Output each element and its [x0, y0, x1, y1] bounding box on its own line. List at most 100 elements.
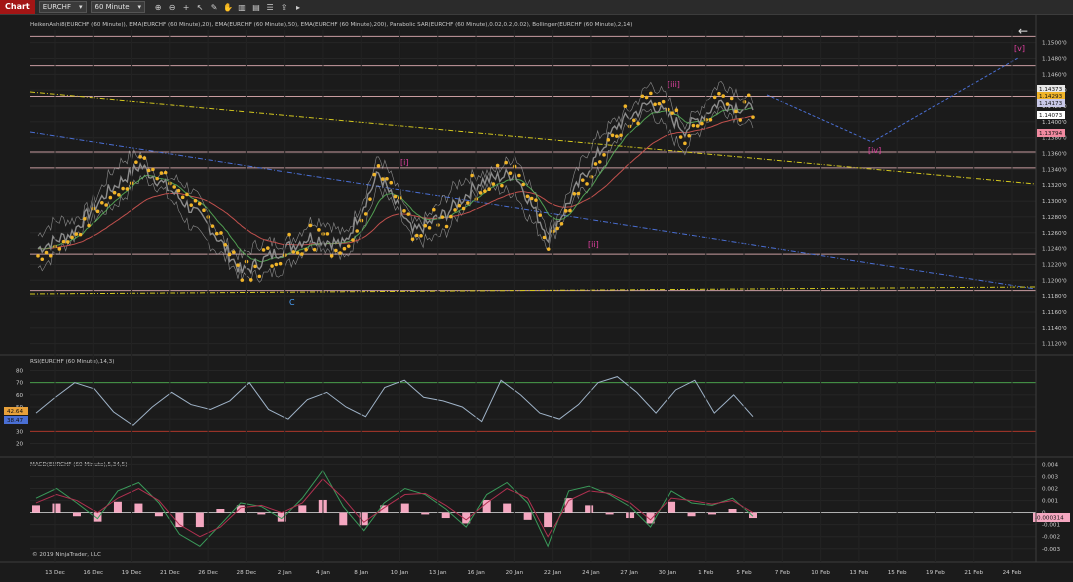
sar-dot: [653, 102, 657, 107]
sar-dot: [270, 264, 274, 268]
sar-dot: [470, 173, 474, 178]
chart-canvas[interactable]: C [i] [ii] [iii] [iv] [v] HeikenAshi8(EU…: [0, 15, 1073, 582]
bar-style-icon[interactable]: ▥: [237, 3, 247, 12]
sar-dot: [568, 208, 572, 213]
template-icon[interactable]: ▤: [251, 3, 261, 12]
sar-dot: [670, 111, 674, 115]
sar-dot: [134, 160, 138, 164]
date-tick-label: 8 Jan: [354, 570, 368, 576]
sar-dot: [495, 163, 500, 168]
sar-dot: [112, 190, 117, 195]
macd-hist-bar: [605, 512, 614, 515]
date-tick-label: 1 Feb: [698, 570, 714, 576]
macd-hist-bar: [626, 512, 635, 519]
price-tick-label: 1.1260'0: [1042, 231, 1067, 237]
sar-dot: [172, 185, 176, 189]
sar-dot: [687, 133, 691, 138]
zoom-in-icon[interactable]: ⊕: [153, 3, 163, 12]
macd-hist-bar: [154, 512, 163, 517]
sar-dot: [657, 101, 662, 106]
sar-dot: [427, 226, 432, 230]
sar-dot: [248, 278, 253, 282]
sar-dot: [257, 274, 262, 279]
date-tick-label: 30 Jan: [659, 570, 677, 576]
sar-dot: [623, 104, 628, 108]
back-arrow-icon[interactable]: ←: [1018, 24, 1028, 38]
sar-dot: [214, 231, 219, 236]
sar-dot: [104, 203, 108, 207]
date-tick-label: 20 Jan: [506, 570, 524, 576]
sar-dot: [487, 187, 491, 192]
sar-dot: [193, 198, 198, 203]
date-tick-label: 10 Jan: [391, 570, 409, 576]
sar-dot: [619, 133, 623, 138]
sar-dot: [100, 200, 104, 205]
date-tick-label: 19 Feb: [926, 570, 945, 576]
sar-dot: [308, 223, 313, 228]
sar-dot: [385, 176, 389, 181]
share-icon[interactable]: ⇪: [279, 3, 289, 12]
zoom-out-icon[interactable]: ⊖: [167, 3, 177, 12]
draw-icon[interactable]: ✎: [209, 3, 219, 12]
sar-dot: [597, 160, 602, 164]
pointer-icon[interactable]: ↖: [195, 3, 205, 12]
macd-hist-bar: [93, 512, 102, 522]
chart-tab[interactable]: Chart: [0, 0, 35, 14]
price-tick-label: 1.1160'0: [1042, 310, 1067, 316]
sar-dot: [580, 178, 585, 182]
sar-dot: [529, 196, 534, 201]
interval-select[interactable]: 60 Minute ▾: [90, 1, 146, 13]
sar-dot: [478, 191, 483, 195]
sar-dot: [351, 238, 355, 242]
properties-icon[interactable]: ☰: [265, 3, 275, 12]
rsi-badge-label: 42.64: [7, 409, 23, 415]
sar-dot: [329, 254, 334, 258]
crosshair-icon[interactable]: +: [181, 3, 191, 12]
price-badges: 1.143731.142931.141731.140731.13794: [1037, 85, 1065, 137]
sar-dot: [61, 239, 66, 244]
sar-dot: [176, 188, 181, 193]
macd-hist-bar: [298, 505, 307, 513]
sar-dot: [202, 208, 206, 213]
price-badge-label: 1.14073: [1039, 113, 1063, 119]
sar-dot: [674, 108, 679, 113]
sar-dot: [419, 234, 423, 238]
sar-dot: [223, 243, 228, 247]
sar-dot: [155, 176, 159, 181]
date-tick-label: 21 Dec: [160, 570, 180, 576]
sar-dot: [538, 213, 543, 217]
rsi-title: RSI(EURCHF (60 Minute),14,3): [30, 359, 114, 365]
sar-dot: [138, 155, 142, 159]
wave-label-i: [i]: [400, 158, 408, 167]
sar-dot: [444, 224, 449, 229]
sar-dot: [712, 95, 717, 100]
wave-label-v: [v]: [1014, 44, 1025, 53]
date-tick-label: 19 Dec: [122, 570, 142, 576]
price-tick-label: 1.1340'0: [1042, 167, 1067, 173]
price-tick-label: 1.1480'0: [1042, 57, 1067, 63]
macd-tick-label: 0.001: [1042, 499, 1058, 505]
rsi-tick-label: 20: [16, 441, 24, 447]
sar-dot: [83, 216, 87, 221]
chart-toolbar: Chart EURCHF ▾ 60 Minute ▾ ⊕ ⊖ + ↖ ✎ ✋ ▥…: [0, 0, 1073, 15]
sar-dot: [746, 93, 751, 98]
price-tick-label: 1.1280'0: [1042, 215, 1067, 221]
more-icon[interactable]: ▸: [293, 3, 303, 12]
sar-dot: [108, 195, 113, 200]
sar-dot: [185, 192, 189, 197]
hand-icon[interactable]: ✋: [223, 3, 233, 12]
macd-hist-bar: [728, 509, 737, 513]
sar-dot: [368, 197, 372, 201]
sar-dot: [240, 278, 245, 282]
sar-dot: [546, 247, 551, 251]
sar-dot: [491, 182, 496, 186]
sar-dot: [640, 94, 645, 99]
macd-hist-bar: [195, 512, 204, 528]
sar-dot: [87, 223, 91, 228]
instrument-select[interactable]: EURCHF ▾: [38, 1, 87, 13]
sar-dot: [355, 229, 359, 233]
sar-dot: [287, 232, 291, 237]
sar-dot: [325, 232, 330, 236]
macd-hist-bar: [72, 512, 81, 517]
chart-background: [0, 15, 1073, 582]
